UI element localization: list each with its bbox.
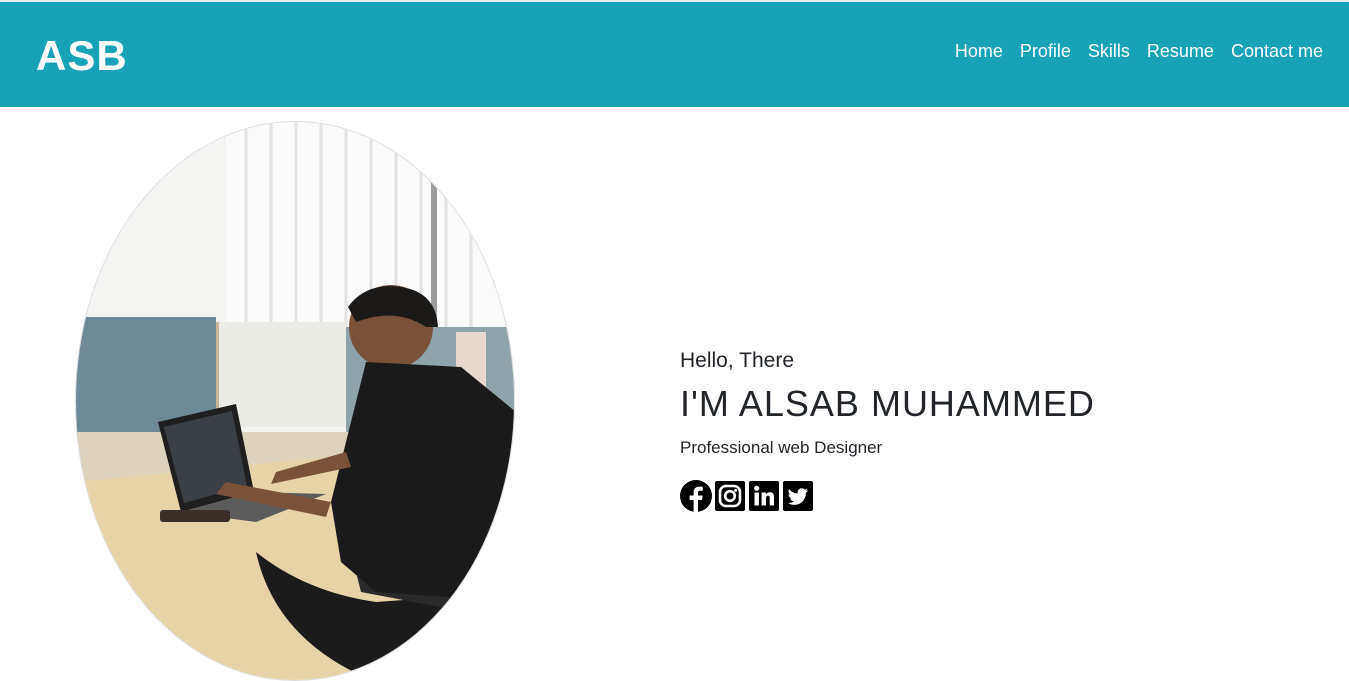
name-heading: I'M ALSAB MUHAMMED [680,383,1095,424]
instagram-icon [715,481,745,511]
nav-link-home[interactable]: Home [955,39,1003,63]
social-links [680,480,1300,512]
instagram-link[interactable] [714,480,746,512]
twitter-icon [783,481,813,511]
facebook-icon [680,480,712,512]
nav-link-resume[interactable]: Resume [1147,39,1214,63]
brand-logo[interactable]: ASB [36,32,128,80]
profile-photo [75,121,515,681]
twitter-link[interactable] [782,480,814,512]
greeting-text: Hello, There [680,349,795,372]
facebook-link[interactable] [680,480,712,512]
hero-intro: Hello, There I'M ALSAB MUHAMMED Professi… [680,346,1300,512]
nav-menu: Home Profile Skills Resume Contact me [938,39,1323,63]
role-text: Professional web Designer [680,438,883,457]
nav-link-profile[interactable]: Profile [1020,39,1071,63]
nav-link-skills[interactable]: Skills [1088,39,1130,63]
linkedin-icon [749,481,779,511]
linkedin-link[interactable] [748,480,780,512]
nav-link-contact[interactable]: Contact me [1231,39,1323,63]
navbar: ASB Home Profile Skills Resume Contact m… [0,2,1349,107]
